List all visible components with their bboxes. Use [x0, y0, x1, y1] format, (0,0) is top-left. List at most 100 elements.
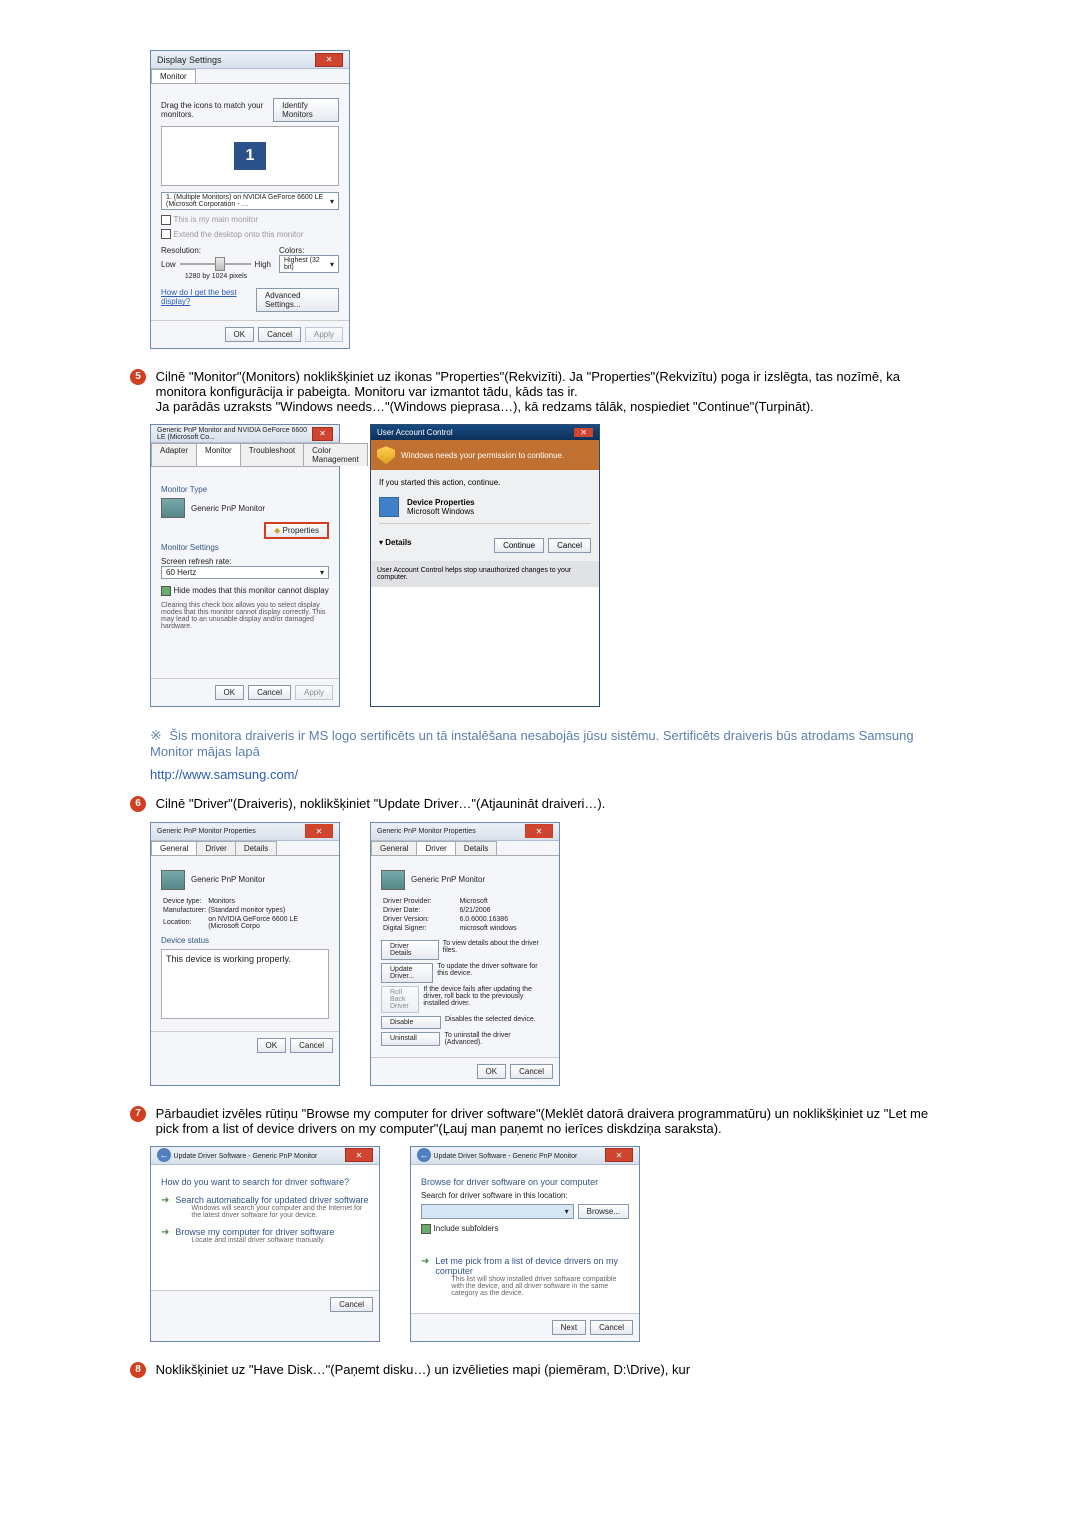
- samsung-link[interactable]: http://www.samsung.com/: [150, 767, 950, 782]
- close-icon[interactable]: ✕: [605, 1148, 633, 1162]
- cancel-button[interactable]: Cancel: [290, 1038, 333, 1053]
- monitor-icon[interactable]: 1: [234, 142, 266, 170]
- monitor-icon: [161, 498, 185, 518]
- hide-modes-checkbox[interactable]: [161, 586, 171, 596]
- tab-details[interactable]: Details: [455, 841, 497, 855]
- tabs: Monitor: [151, 69, 349, 84]
- program-icon: [379, 497, 399, 517]
- monitor-icon: [381, 870, 405, 890]
- window-title: Generic PnP Monitor Properties: [157, 828, 256, 835]
- step-5-sub: Ja parādās uzraksts "Windows needs…"(Win…: [156, 399, 814, 414]
- driver-details-button[interactable]: Driver Details: [381, 940, 439, 960]
- extend-checkbox[interactable]: [161, 229, 171, 239]
- display-settings-window: Display Settings ✕ Monitor Drag the icon…: [150, 50, 350, 349]
- note-text: Šis monitora draiveris ir MS logo sertif…: [150, 728, 914, 759]
- window-title: Display Settings: [157, 55, 222, 65]
- apply-button[interactable]: Apply: [305, 327, 343, 342]
- step-8-text: Noklikšķiniet uz "Have Disk…"(Paņemt dis…: [156, 1362, 936, 1377]
- driver-tab-window: Generic PnP Monitor Properties ✕ General…: [370, 822, 560, 1086]
- driver-general-window: Generic PnP Monitor Properties ✕ General…: [150, 822, 340, 1086]
- step-6-number: 6: [130, 796, 146, 812]
- ok-button[interactable]: OK: [215, 685, 245, 700]
- step-6-text: Cilnē "Driver"(Draiveris), noklikšķiniet…: [156, 796, 936, 811]
- shield-icon: ◆: [274, 526, 280, 535]
- tab-troubleshoot[interactable]: Troubleshoot: [240, 443, 304, 466]
- tabs: Adapter Monitor Troubleshoot Color Manag…: [151, 443, 339, 467]
- continue-button[interactable]: Continue: [494, 538, 544, 553]
- ok-button[interactable]: OK: [225, 327, 255, 342]
- back-icon[interactable]: ←: [417, 1148, 431, 1162]
- ok-button[interactable]: OK: [257, 1038, 287, 1053]
- step-7-number: 7: [130, 1106, 146, 1122]
- step-7-text: Pārbaudiet izvēles rūtiņu "Browse my com…: [156, 1106, 936, 1136]
- close-icon[interactable]: ✕: [525, 824, 553, 838]
- chevron-down-icon: ▾: [565, 1207, 569, 1216]
- tab-driver[interactable]: Driver: [196, 841, 235, 855]
- help-link[interactable]: How do I get the best display?: [161, 288, 256, 312]
- uninstall-button[interactable]: Uninstall: [381, 1032, 440, 1046]
- drag-text: Drag the icons to match your monitors.: [161, 101, 273, 119]
- tab-driver[interactable]: Driver: [416, 841, 455, 855]
- browse-button[interactable]: Browse...: [578, 1204, 629, 1219]
- rollback-button[interactable]: Roll Back Driver: [381, 986, 419, 1013]
- titlebar: Generic PnP Monitor and NVIDIA GeForce 6…: [151, 425, 339, 443]
- monitor-dropdown[interactable]: 1. (Multiple Monitors) on NVIDIA GeForce…: [161, 192, 339, 210]
- chevron-down-icon: ▾: [320, 568, 324, 577]
- close-icon[interactable]: ✕: [574, 428, 593, 437]
- refresh-dropdown[interactable]: 60 Hertz ▾: [161, 566, 329, 579]
- tab-general[interactable]: General: [151, 841, 197, 855]
- window-title: Update Driver Software - Generic PnP Mon…: [174, 1153, 318, 1160]
- properties-button[interactable]: ◆ Properties: [264, 522, 329, 539]
- uac-dialog: User Account Control ✕ Windows needs you…: [370, 424, 600, 707]
- ok-button[interactable]: OK: [477, 1064, 507, 1079]
- pick-list-option[interactable]: Let me pick from a list of device driver…: [421, 1256, 629, 1297]
- wizard2-window: ← Update Driver Software - Generic PnP M…: [410, 1146, 640, 1342]
- close-icon[interactable]: ✕: [345, 1148, 373, 1162]
- cancel-button[interactable]: Cancel: [248, 685, 291, 700]
- cancel-button[interactable]: Cancel: [548, 538, 591, 553]
- tab-adapter[interactable]: Adapter: [151, 443, 197, 466]
- titlebar: ← Update Driver Software - Generic PnP M…: [151, 1147, 379, 1165]
- uac-banner: Windows needs your permission to contion…: [371, 440, 599, 470]
- close-icon[interactable]: ✕: [315, 53, 343, 67]
- step-5-number: 5: [130, 369, 146, 385]
- step-8-number: 8: [130, 1362, 146, 1378]
- colors-dropdown[interactable]: Highest (32 bit) ▾: [279, 255, 339, 273]
- disable-button[interactable]: Disable: [381, 1016, 441, 1029]
- monitor-properties-window: Generic PnP Monitor and NVIDIA GeForce 6…: [150, 424, 340, 707]
- uac-titlebar: User Account Control ✕: [371, 425, 599, 440]
- window-title: Generic PnP Monitor and NVIDIA GeForce 6…: [157, 427, 312, 441]
- titlebar: ← Update Driver Software - Generic PnP M…: [411, 1147, 639, 1165]
- resolution-slider[interactable]: [180, 263, 251, 265]
- cancel-button[interactable]: Cancel: [510, 1064, 553, 1079]
- path-input[interactable]: ▾: [421, 1204, 574, 1219]
- include-subfolders-checkbox[interactable]: [421, 1224, 431, 1234]
- titlebar: Generic PnP Monitor Properties ✕: [151, 823, 339, 841]
- cancel-button[interactable]: Cancel: [258, 327, 301, 342]
- details-toggle[interactable]: ▾ Details: [379, 538, 411, 547]
- cancel-button[interactable]: Cancel: [590, 1320, 633, 1335]
- close-icon[interactable]: ✕: [312, 427, 333, 441]
- advanced-button[interactable]: Advanced Settings...: [256, 288, 339, 312]
- note-icon: ※: [150, 727, 162, 743]
- browse-option[interactable]: Browse my computer for driver software L…: [161, 1227, 369, 1244]
- back-icon[interactable]: ←: [157, 1148, 171, 1162]
- titlebar: Display Settings ✕: [151, 51, 349, 69]
- status-box: This device is working properly.: [161, 949, 329, 1019]
- close-icon[interactable]: ✕: [305, 824, 333, 838]
- tab-monitor[interactable]: Monitor: [196, 443, 241, 466]
- chevron-down-icon: ▾: [330, 197, 334, 206]
- next-button[interactable]: Next: [552, 1320, 586, 1335]
- tab-details[interactable]: Details: [235, 841, 277, 855]
- apply-button[interactable]: Apply: [295, 685, 333, 700]
- tab-monitor[interactable]: Monitor: [151, 69, 196, 83]
- window-title: Update Driver Software - Generic PnP Mon…: [434, 1153, 578, 1160]
- tab-general[interactable]: General: [371, 841, 417, 855]
- identify-button[interactable]: Identify Monitors: [273, 98, 339, 122]
- shield-icon: [377, 446, 395, 464]
- tab-color[interactable]: Color Management: [303, 443, 368, 466]
- search-auto-option[interactable]: Search automatically for updated driver …: [161, 1195, 369, 1219]
- main-monitor-checkbox[interactable]: [161, 215, 171, 225]
- update-driver-button[interactable]: Update Driver...: [381, 963, 433, 983]
- cancel-button[interactable]: Cancel: [330, 1297, 373, 1312]
